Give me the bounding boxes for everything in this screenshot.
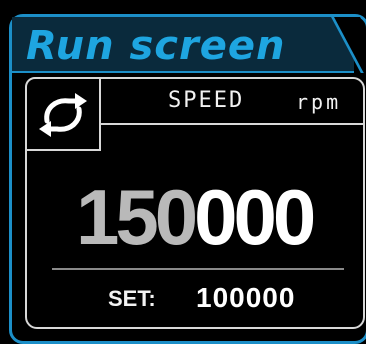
speed-label: SPEED bbox=[168, 88, 245, 113]
value-divider bbox=[52, 268, 344, 270]
refresh-button[interactable] bbox=[25, 77, 101, 151]
set-speed-value[interactable]: 100000 bbox=[196, 282, 295, 314]
actual-speed-value: 150000 bbox=[76, 172, 316, 262]
set-label: SET: bbox=[108, 286, 156, 311]
actual-speed-dim-digits: 150 bbox=[76, 173, 198, 261]
panel-header-divider bbox=[99, 123, 365, 125]
refresh-icon bbox=[39, 93, 87, 137]
actual-speed-bright-digits: 000 bbox=[194, 173, 316, 261]
screen-title: Run screen bbox=[26, 23, 286, 69]
speed-unit: rpm bbox=[296, 90, 342, 114]
